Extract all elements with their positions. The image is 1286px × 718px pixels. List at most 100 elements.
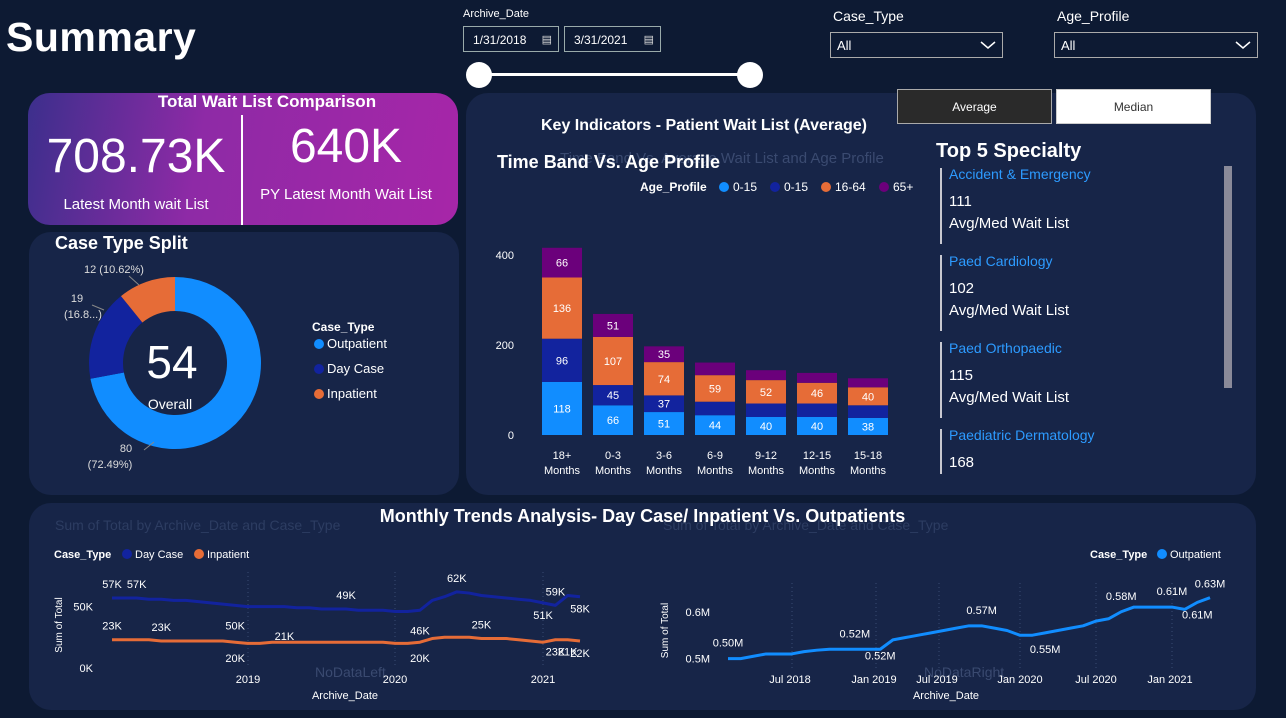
- specialty-name[interactable]: Paediatric Dermatology: [949, 427, 1095, 443]
- bar-segment[interactable]: [746, 370, 786, 381]
- legend-marker: [770, 182, 780, 192]
- specialty-accent-bar: [940, 168, 942, 244]
- legend-item-label[interactable]: 16-64: [835, 180, 866, 194]
- end-date-input[interactable]: 3/31/2021 ▤: [564, 26, 661, 52]
- bar-data-label: 107: [604, 356, 622, 368]
- age-profile-legend[interactable]: Age_Profile 0-15 0-15 16-64 65+: [640, 180, 913, 194]
- x-tick-label: Jan 2021: [1147, 674, 1192, 686]
- date-range-slider-track[interactable]: [478, 73, 750, 76]
- x-tick-label: Jul 2020: [1075, 674, 1117, 686]
- kpi-divider: [241, 115, 243, 225]
- legend-marker: [314, 364, 324, 374]
- x-axis-label: Archive_Date: [913, 690, 979, 702]
- data-label: 20K: [410, 653, 430, 665]
- case-type-legend-title: Case_Type: [312, 320, 375, 334]
- data-label: 46K: [410, 625, 430, 637]
- x-tick-label: Months: [595, 465, 632, 477]
- x-tick-label: 3-6: [656, 450, 672, 462]
- age-profile-dropdown[interactable]: All: [1054, 32, 1258, 58]
- bar-segment[interactable]: [848, 405, 888, 418]
- legend-item-label[interactable]: Outpatient: [327, 336, 387, 351]
- bar-segment[interactable]: [695, 362, 735, 376]
- donut-label-daycase-pct: (16.8...): [64, 309, 102, 321]
- donut-label-outpatient: 80: [120, 443, 132, 455]
- bar-data-label: 74: [658, 374, 670, 386]
- bar-data-label: 66: [556, 258, 568, 270]
- case-type-legend[interactable]: Outpatient Day Case Inpatient: [314, 336, 387, 401]
- bar-segment[interactable]: [797, 372, 837, 383]
- data-label: 23K: [546, 647, 566, 659]
- latest-month-label: Latest Month wait List: [63, 196, 209, 213]
- calendar-icon[interactable]: ▤: [644, 27, 654, 53]
- specialty-name[interactable]: Paed Cardiology: [949, 253, 1053, 269]
- legend-item-label[interactable]: 0-15: [733, 180, 757, 194]
- legend-item-label[interactable]: Inpatient: [207, 549, 249, 561]
- specialty-name[interactable]: Paed Orthopaedic: [949, 340, 1062, 356]
- y-tick-label: 0K: [80, 663, 94, 675]
- x-tick-label: Jan 2019: [851, 674, 896, 686]
- x-tick-label: Months: [850, 465, 887, 477]
- date-range-start-handle[interactable]: [466, 62, 492, 88]
- left-line-legend[interactable]: Day Case Inpatient: [122, 549, 249, 561]
- start-date-value: 1/31/2018: [473, 33, 527, 47]
- start-date-input[interactable]: 1/31/2018 ▤: [463, 26, 559, 52]
- data-label: 51K: [533, 610, 553, 622]
- case-type-dropdown[interactable]: All: [830, 32, 1003, 58]
- data-label: 59K: [546, 586, 566, 598]
- y-tick-label: 200: [496, 340, 514, 352]
- case-type-split-title: Case Type Split: [55, 233, 188, 253]
- time-band-bar-chart: Age_Profile 0-15 0-15 16-64 65+ 0 200 400 118 9…: [496, 180, 914, 477]
- chevron-down-icon: [1235, 33, 1251, 59]
- y-tick-label: 400: [496, 250, 514, 262]
- data-label: 50K: [225, 620, 245, 632]
- right-legend-title: Case_Type: [1090, 549, 1147, 561]
- data-label: 23K: [102, 621, 122, 633]
- bar-data-label: 35: [658, 349, 670, 361]
- y-tick-label: 0.5M: [686, 654, 710, 666]
- data-label: 62K: [447, 573, 467, 585]
- data-label: 0.57M: [966, 605, 997, 617]
- legend-item-label[interactable]: 65+: [893, 180, 913, 194]
- bar-data-label: 40: [811, 421, 823, 433]
- specialty-value: 168: [949, 454, 975, 471]
- case-type-filter-label: Case_Type: [833, 8, 904, 24]
- bar-segment[interactable]: [746, 403, 786, 418]
- py-latest-month-value: 640K: [289, 120, 403, 173]
- specialty-name[interactable]: Accident & Emergency: [949, 166, 1091, 182]
- legend-marker: [122, 549, 132, 559]
- legend-item-label[interactable]: Day Case: [135, 549, 183, 561]
- bar-segment[interactable]: [848, 378, 888, 388]
- top5-scrollbar[interactable]: [1224, 166, 1232, 388]
- donut-label-inpatient: 12 (10.62%): [84, 264, 144, 276]
- left-legend-title: Case_Type: [54, 549, 111, 561]
- x-tick-label: 2021: [531, 674, 555, 686]
- data-label: 20K: [225, 653, 245, 665]
- date-range-end-handle[interactable]: [737, 62, 763, 88]
- data-label: 0.50M: [713, 638, 744, 650]
- calendar-icon[interactable]: ▤: [542, 27, 552, 53]
- y-tick-label: 0.6M: [686, 607, 710, 619]
- data-label: 23K: [151, 622, 171, 634]
- data-label: 0.63M: [1195, 579, 1226, 591]
- top5-specialty-title: Top 5 Specialty: [936, 140, 1082, 162]
- legend-item-label[interactable]: Outpatient: [1170, 549, 1221, 561]
- x-tick-label: Months: [646, 465, 683, 477]
- bar-data-label: 45: [607, 390, 619, 402]
- series-line-inpatient[interactable]: [112, 635, 581, 645]
- legend-marker: [879, 182, 889, 192]
- key-indicators-title: Key Indicators - Patient Wait List (Aver…: [541, 117, 867, 134]
- bar-data-label: 96: [556, 355, 568, 367]
- legend-marker: [194, 549, 204, 559]
- bar-segment[interactable]: [695, 401, 735, 416]
- specialty-value: 111: [949, 193, 972, 210]
- median-toggle-button[interactable]: Median: [1056, 89, 1211, 124]
- legend-item-label[interactable]: 0-15: [784, 180, 808, 194]
- data-label: 25K: [472, 620, 492, 632]
- right-line-legend[interactable]: Outpatient: [1157, 549, 1221, 561]
- specialty-accent-bar: [940, 255, 942, 331]
- bar-data-label: 52: [760, 387, 772, 399]
- y-axis-label: Sum of Total: [54, 597, 65, 652]
- legend-item-label[interactable]: Day Case: [327, 361, 384, 376]
- legend-item-label[interactable]: Inpatient: [327, 386, 377, 401]
- bar-segment[interactable]: [797, 403, 837, 418]
